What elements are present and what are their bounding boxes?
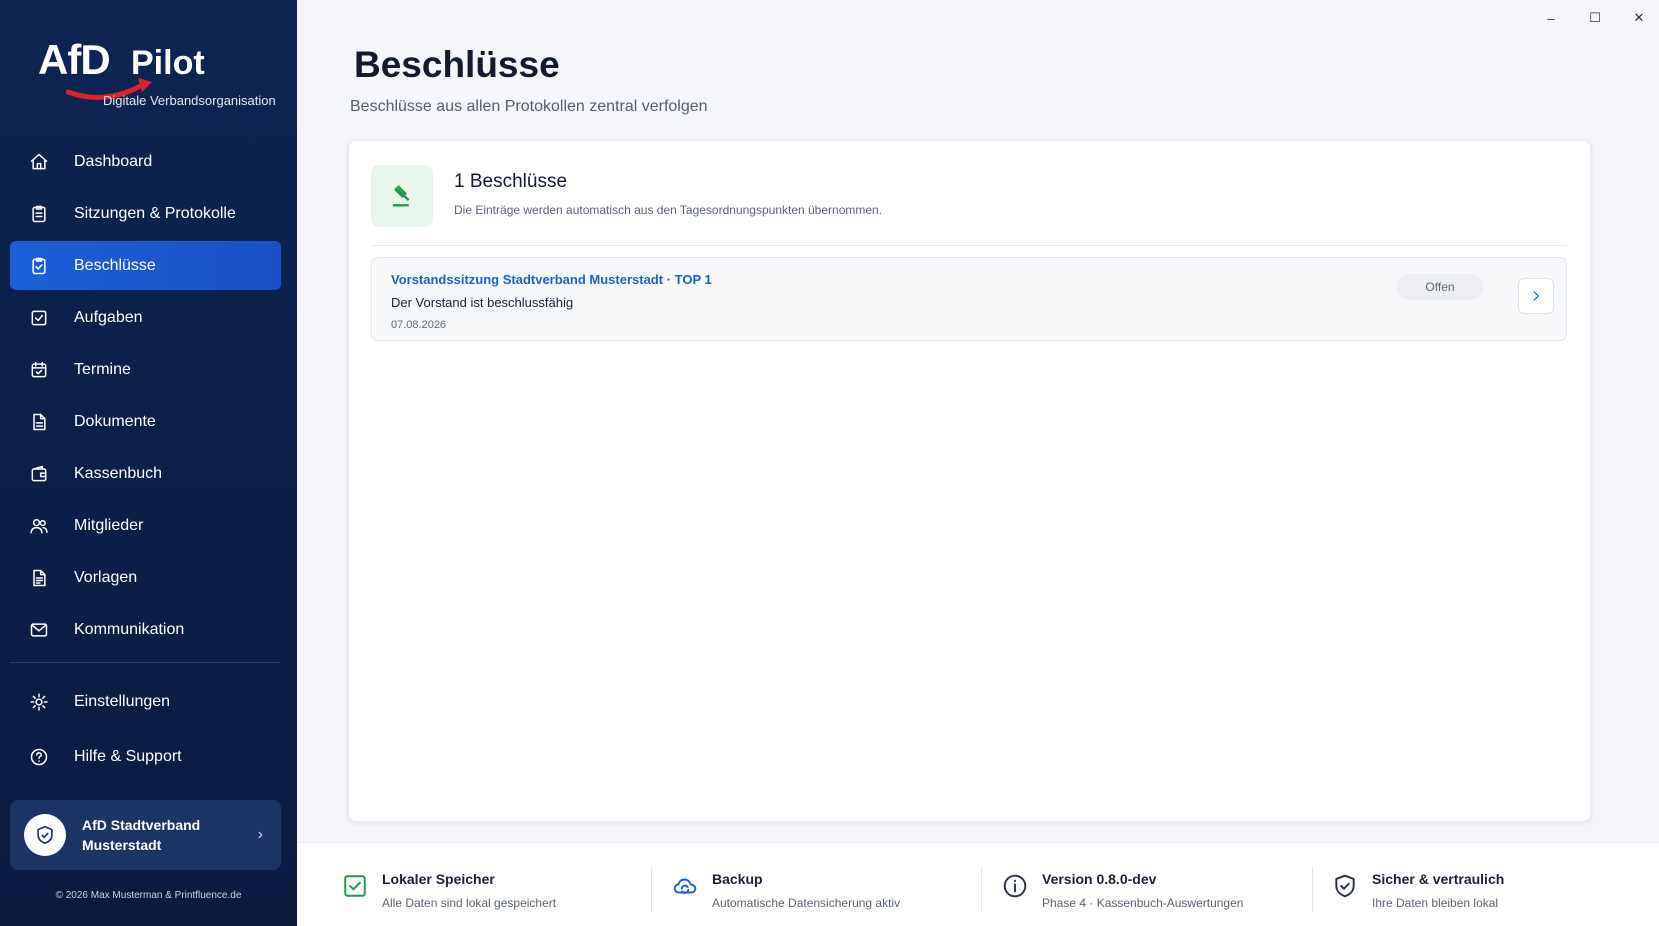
entry-date: 07.08.2026 [391,319,447,331]
open-entry-button[interactable] [1518,278,1554,314]
sidebar: AfD Pilot Digitale Verbandsorganisation … [0,0,297,926]
sidebar-item-label: Vorlagen [74,568,138,586]
footer-subtitle: Phase 4 · Kassenbuch-Auswertungen [1042,896,1244,910]
card-divider [371,245,1567,246]
sidebar-item-label: Beschlüsse [74,256,156,274]
gavel-icon [371,165,433,227]
users-icon [27,514,51,538]
entry-text: Der Vorstand ist beschlussfähig [391,295,574,310]
app-logo[interactable]: AfD Pilot Digitale Verbandsorganisation [38,36,278,110]
document-icon [27,410,51,434]
close-button[interactable]: ✕ [1629,8,1649,28]
footer-title: Sicher & vertraulich [1372,871,1505,887]
main-nav: Dashboard Sitzungen & Protokolle Beschlü… [10,137,281,657]
sidebar-item-dokumente[interactable]: Dokumente [10,397,281,446]
sidebar-item-label: Termine [74,360,131,378]
footer-subtitle: Ihre Daten bleiben lokal [1372,896,1499,910]
secondary-nav: Einstellungen Hilfe & Support [10,677,281,787]
resolutions-count: 1 Beschlüsse [454,171,568,192]
sidebar-item-aufgaben[interactable]: Aufgaben [10,293,281,342]
status-badge: Offen [1397,274,1483,300]
shield-check-icon [37,825,53,845]
chevron-right-icon [1533,291,1539,301]
page-subtitle: Beschlüsse aus allen Protokollen zentral… [350,98,708,115]
home-icon [27,150,51,174]
status-footer: Lokaler Speicher Alle Daten sind lokal g… [297,842,1659,926]
info-icon [1002,873,1028,899]
sidebar-item-kommunikation[interactable]: Kommunikation [10,605,281,654]
footer-divider [981,867,982,913]
footer-title: Backup [712,871,763,887]
organization-card[interactable]: AfD Stadtverband Musterstadt › [10,800,281,870]
sidebar-item-label: Dashboard [74,152,153,170]
shield-check-icon [1332,873,1358,899]
footer-title: Lokaler Speicher [382,871,495,887]
sidebar-item-termine[interactable]: Termine [10,345,281,394]
sidebar-item-label: Kassenbuch [74,464,163,482]
sidebar-item-label: Aufgaben [74,308,143,326]
footer-divider [1312,867,1313,913]
footer-title: Version 0.8.0-dev [1042,871,1157,887]
sidebar-item-sitzungen[interactable]: Sitzungen & Protokolle [10,189,281,238]
maximize-button[interactable]: ☐ [1585,8,1605,28]
mail-icon [27,618,51,642]
sidebar-item-label: Dokumente [74,412,156,430]
template-icon [27,566,51,590]
footer-subtitle: Automatische Datensicherung aktiv [712,896,901,910]
avatar [24,814,66,856]
organization-name: AfD Stadtverband Musterstadt [82,817,201,853]
checkbox-icon [27,306,51,330]
sidebar-item-label: Sitzungen & Protokolle [74,204,236,222]
wallet-icon [27,462,51,486]
sidebar-item-mitglieder[interactable]: Mitglieder [10,501,281,550]
sidebar-item-beschluesse[interactable]: Beschlüsse [10,241,281,290]
footer-subtitle: Alle Daten sind lokal gespeichert [382,896,557,910]
window-controls: – ☐ ✕ [1541,8,1649,28]
resolutions-description: Die Einträge werden automatisch aus den … [454,203,883,217]
check-square-icon [342,873,368,899]
copyright-text: © 2026 Max Musterman & Printfluence.de [55,890,242,901]
chevron-right-icon: › [257,826,263,843]
sidebar-item-label: Kommunikation [74,620,185,638]
clipboard-icon [27,202,51,226]
sidebar-item-label: Mitglieder [74,516,144,534]
resolutions-card: 1 Beschlüsse Die Einträge werden automat… [348,140,1591,822]
help-icon [27,745,51,769]
sidebar-item-einstellungen[interactable]: Einstellungen [10,677,281,726]
minimize-button[interactable]: – [1541,8,1561,28]
calendar-icon [27,358,51,382]
entry-title-link[interactable]: Vorstandssitzung Stadtverband Musterstad… [391,272,712,287]
sidebar-item-kassenbuch[interactable]: Kassenbuch [10,449,281,498]
cloud-sync-icon [672,873,698,899]
sidebar-item-dashboard[interactable]: Dashboard [10,137,281,186]
list-item[interactable]: Vorstandssitzung Stadtverband Musterstad… [371,257,1567,341]
logo-tagline: Digitale Verbandsorganisation [103,93,276,108]
sidebar-item-hilfe[interactable]: Hilfe & Support [10,732,281,781]
gear-icon [27,690,51,714]
page-title: Beschlüsse [354,44,560,85]
checklist-icon [27,254,51,278]
sidebar-item-vorlagen[interactable]: Vorlagen [10,553,281,602]
nav-divider [10,662,281,663]
sidebar-item-label: Hilfe & Support [74,747,182,765]
footer-divider [651,867,652,913]
sidebar-item-label: Einstellungen [74,692,171,710]
